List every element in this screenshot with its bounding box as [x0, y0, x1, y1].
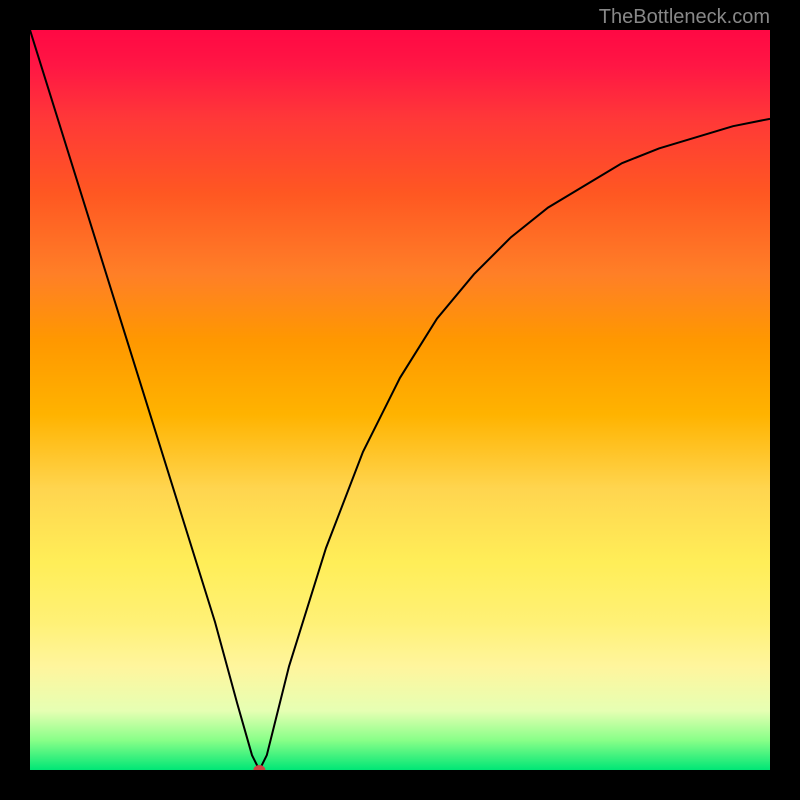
chart-container: TheBottleneck.com — [0, 0, 800, 800]
minimum-marker — [253, 765, 265, 770]
chart-svg — [30, 30, 770, 770]
plot-area — [30, 30, 770, 770]
watermark-label: TheBottleneck.com — [599, 6, 770, 29]
bottleneck-curve — [30, 30, 770, 770]
